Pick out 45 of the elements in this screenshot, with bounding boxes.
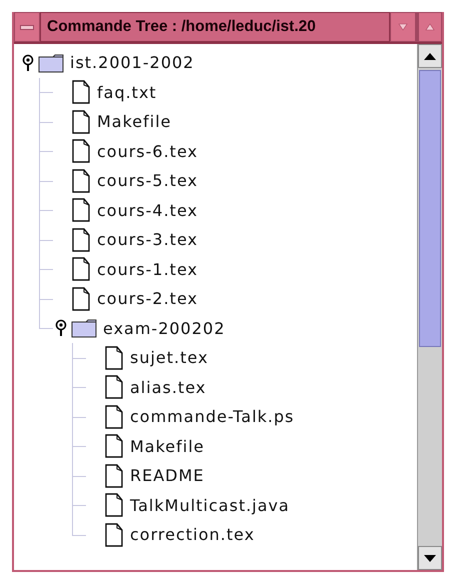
tree-item[interactable]: cours-3.tex (97, 230, 198, 250)
tree-item[interactable]: ist.2001-2002 (70, 53, 194, 72)
file-icon (71, 139, 91, 164)
file-icon (104, 404, 124, 429)
tree-item[interactable]: sujet.tex (130, 348, 208, 368)
tree-item[interactable]: README (130, 466, 204, 486)
file-icon (71, 286, 91, 311)
tree-item[interactable]: cours-4.tex (97, 200, 198, 220)
tree-item[interactable]: cours-1.tex (97, 260, 198, 279)
tree-item[interactable]: alias.tex (130, 378, 206, 397)
file-icon (104, 346, 124, 370)
file-icon (104, 375, 124, 400)
triangle-down-icon (398, 23, 408, 31)
tree-item[interactable]: cours-6.tex (97, 142, 198, 161)
expand-handle-icon[interactable] (21, 54, 35, 72)
file-icon (104, 522, 124, 547)
file-icon (71, 198, 91, 222)
file-icon (71, 80, 91, 104)
minimize-button[interactable] (14, 12, 40, 42)
tree-item[interactable]: commande-Talk.ps (130, 407, 294, 426)
folder-icon (71, 318, 97, 338)
file-icon (104, 434, 124, 458)
tree-item[interactable]: faq.txt (97, 82, 157, 102)
folder-icon (38, 52, 64, 73)
file-icon (71, 168, 91, 193)
window-title: Commande Tree : /home/leduc/ist.20 (40, 12, 390, 42)
tree-item[interactable]: Makefile (130, 436, 205, 456)
scroll-up-button[interactable] (418, 44, 442, 68)
file-icon (71, 228, 91, 252)
tree-item[interactable]: exam-200202 (103, 318, 226, 338)
up-arrow-icon (424, 52, 436, 60)
scrollbar-thumb[interactable] (419, 70, 441, 348)
scroll-down-button[interactable] (418, 546, 442, 570)
file-icon (71, 257, 91, 282)
tree-item[interactable]: cours-5.tex (97, 171, 198, 190)
tree-item[interactable]: Makefile (97, 112, 172, 132)
expand-handle-icon[interactable] (54, 319, 68, 338)
file-icon (71, 110, 91, 134)
down-arrow-icon (424, 554, 436, 562)
triangle-up-icon (425, 23, 435, 31)
tree-item[interactable]: correction.tex (130, 525, 255, 544)
tree-item[interactable]: cours-2.tex (97, 289, 198, 308)
file-icon (104, 493, 124, 518)
file-icon (104, 464, 124, 488)
tree-item[interactable]: TalkMulticast.java (130, 496, 290, 515)
